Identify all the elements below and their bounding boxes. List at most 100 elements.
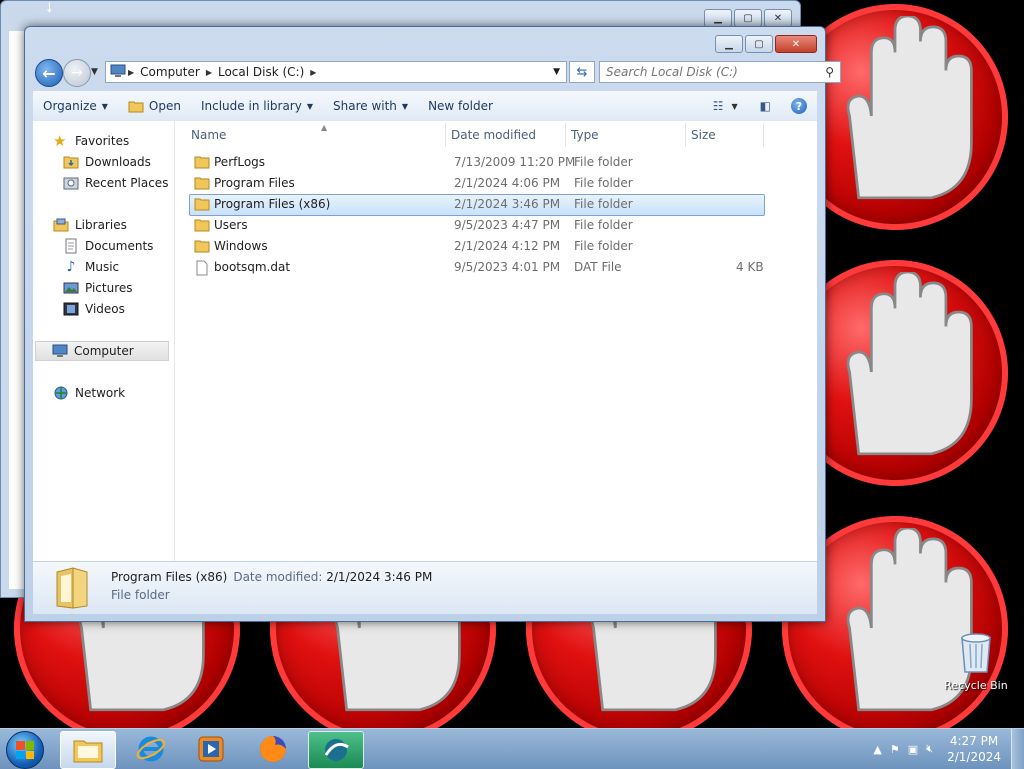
folder-icon <box>194 156 210 169</box>
table-row[interactable]: bootsqm.dat 9/5/2023 4:01 PM DAT File 4 … <box>189 257 765 279</box>
search-icon: ⚲ <box>825 65 834 79</box>
nav-music[interactable]: ♪ Music <box>63 257 120 277</box>
close-button[interactable]: ✕ <box>764 9 792 27</box>
search-input[interactable] <box>600 64 818 80</box>
nav-music-label: Music <box>85 260 120 274</box>
close-button[interactable]: ✕ <box>775 35 817 53</box>
content-area: ★ Favorites Downloads Recent Places Libr… <box>33 121 817 561</box>
recycle-bin-shortcut[interactable]: Recycle Bin <box>944 630 1008 692</box>
folder-open-icon <box>128 101 144 113</box>
column-size-label: Size <box>691 128 716 142</box>
file-type: File folder <box>574 239 633 253</box>
breadcrumb-separator-icon[interactable]: ▶ <box>204 68 214 77</box>
column-date-label: Date modified <box>451 128 537 142</box>
help-icon[interactable]: ? <box>791 98 807 114</box>
nav-videos[interactable]: Videos <box>63 299 125 319</box>
taskbar-firefox-button[interactable] <box>246 731 300 767</box>
recent-places-icon <box>63 177 79 190</box>
organize-label: Organize <box>43 99 97 113</box>
new-folder-button[interactable]: New folder <box>418 91 503 121</box>
minimize-button[interactable]: ▁ <box>715 35 743 53</box>
preview-pane-icon[interactable]: ◧ <box>760 99 771 113</box>
file-date: 9/5/2023 4:01 PM <box>454 260 561 274</box>
show-desktop-button[interactable] <box>1011 729 1024 769</box>
taskbar-media-player-button[interactable] <box>184 731 238 767</box>
open-label: Open <box>148 99 181 113</box>
include-in-library-button[interactable]: Include in library ▼ <box>191 91 323 121</box>
file-name: PerfLogs <box>214 155 266 169</box>
breadcrumb-separator-icon[interactable]: ▶ <box>308 68 318 77</box>
column-type-label: Type <box>571 128 599 142</box>
maximize-button[interactable]: ▢ <box>745 35 773 53</box>
table-row[interactable]: Program Files 2/1/2024 4:06 PM File fold… <box>189 173 765 195</box>
table-row[interactable]: PerfLogs 7/13/2009 11:20 PM File folder <box>189 152 765 174</box>
file-list: Name ▲ Date modified Type Size PerfLogs 7… <box>175 121 817 561</box>
documents-icon <box>65 238 77 254</box>
nav-computer[interactable]: Computer <box>35 341 169 361</box>
taskbar-ie-button[interactable] <box>124 731 178 767</box>
include-in-library-label: Include in library <box>200 99 302 113</box>
view-dropdown-icon[interactable]: ▼ <box>732 102 738 111</box>
nav-documents[interactable]: Documents <box>63 236 153 256</box>
column-header-size[interactable]: Size <box>691 123 764 147</box>
network-status-icon[interactable]: ▣ <box>908 743 918 756</box>
search-box[interactable]: ⚲ <box>599 61 841 83</box>
nav-network[interactable]: Network <box>53 383 125 403</box>
recent-pages-dropdown-icon[interactable]: ▼ <box>91 67 98 77</box>
nav-downloads[interactable]: Downloads <box>63 152 151 172</box>
nav-network-label: Network <box>75 386 126 400</box>
action-center-flag-icon[interactable]: ⚑ <box>890 743 900 756</box>
address-dropdown-icon[interactable]: ▼ <box>547 67 566 77</box>
firefox-icon <box>260 736 286 762</box>
details-date: 2/1/2024 3:46 PM <box>326 570 433 584</box>
clock[interactable]: 4:27 PM 2/1/2024 <box>947 733 1001 765</box>
taskbar-app-button[interactable] <box>308 731 364 769</box>
forward-button[interactable]: → <box>63 59 91 87</box>
chevron-down-icon: ▼ <box>401 101 409 111</box>
file-icon <box>196 260 208 276</box>
pictures-icon <box>63 282 79 294</box>
folder-icon <box>194 219 210 232</box>
file-date: 2/1/2024 4:12 PM <box>454 239 561 253</box>
column-header-type[interactable]: Type <box>571 123 686 147</box>
show-hidden-icons-icon[interactable]: ▲ <box>873 743 881 756</box>
chevron-down-icon: ▼ <box>101 101 108 111</box>
table-row[interactable]: Users 9/5/2023 4:47 PM File folder <box>189 215 765 237</box>
nav-pictures[interactable]: Pictures <box>63 278 133 298</box>
taskbar-explorer-button[interactable] <box>60 731 116 769</box>
open-button[interactable]: Open <box>118 91 191 121</box>
nav-downloads-label: Downloads <box>85 155 151 169</box>
nav-computer-label: Computer <box>74 344 134 358</box>
column-header-date[interactable]: Date modified <box>451 123 566 147</box>
nav-favorites[interactable]: ★ Favorites <box>53 131 129 151</box>
breadcrumb-separator-icon[interactable]: ▶ <box>126 68 136 77</box>
column-header-name[interactable]: Name ▲ <box>191 123 446 147</box>
maximize-button[interactable]: ▢ <box>734 9 762 27</box>
breadcrumb-local-disk[interactable]: Local Disk (C:) <box>214 65 308 79</box>
recycle-bin-label: Recycle Bin <box>944 679 1008 692</box>
breadcrumb-computer[interactable]: Computer <box>136 65 204 79</box>
computer-icon <box>52 344 68 357</box>
view-options-icon[interactable]: ☷ <box>713 99 724 113</box>
organize-button[interactable]: Organize ▼ <box>33 91 118 121</box>
taskbar: ▲ ⚑ ▣ 🔇︎ 4:27 PM 2/1/2024 <box>0 728 1024 769</box>
minimize-button[interactable]: ▁ <box>704 9 732 27</box>
internet-explorer-icon <box>136 736 166 762</box>
back-button[interactable]: ← <box>35 59 63 87</box>
nav-favorites-label: Favorites <box>75 134 130 148</box>
table-row-selected[interactable]: Program Files (x86) 2/1/2024 3:46 PM Fil… <box>189 194 765 216</box>
volume-muted-icon[interactable]: 🔇︎ <box>926 742 933 756</box>
nav-videos-label: Videos <box>85 302 125 316</box>
start-button[interactable] <box>6 731 44 769</box>
nav-recent-places[interactable]: Recent Places <box>63 173 168 193</box>
share-with-button[interactable]: Share with ▼ <box>323 91 418 121</box>
table-row[interactable]: Windows 2/1/2024 4:12 PM File folder <box>189 236 765 258</box>
command-bar: Organize ▼ Open Include in library ▼ Share… <box>33 91 817 122</box>
file-date: 2/1/2024 4:06 PM <box>454 176 561 190</box>
refresh-button[interactable]: ⇆ <box>569 61 595 83</box>
address-bar[interactable]: ▶ Computer ▶ Local Disk (C:) ▶ ▼ <box>105 61 567 83</box>
nav-libraries[interactable]: Libraries <box>53 215 127 235</box>
media-player-icon <box>198 736 224 762</box>
folder-icon <box>194 177 210 190</box>
clock-time: 4:27 PM <box>949 734 999 748</box>
